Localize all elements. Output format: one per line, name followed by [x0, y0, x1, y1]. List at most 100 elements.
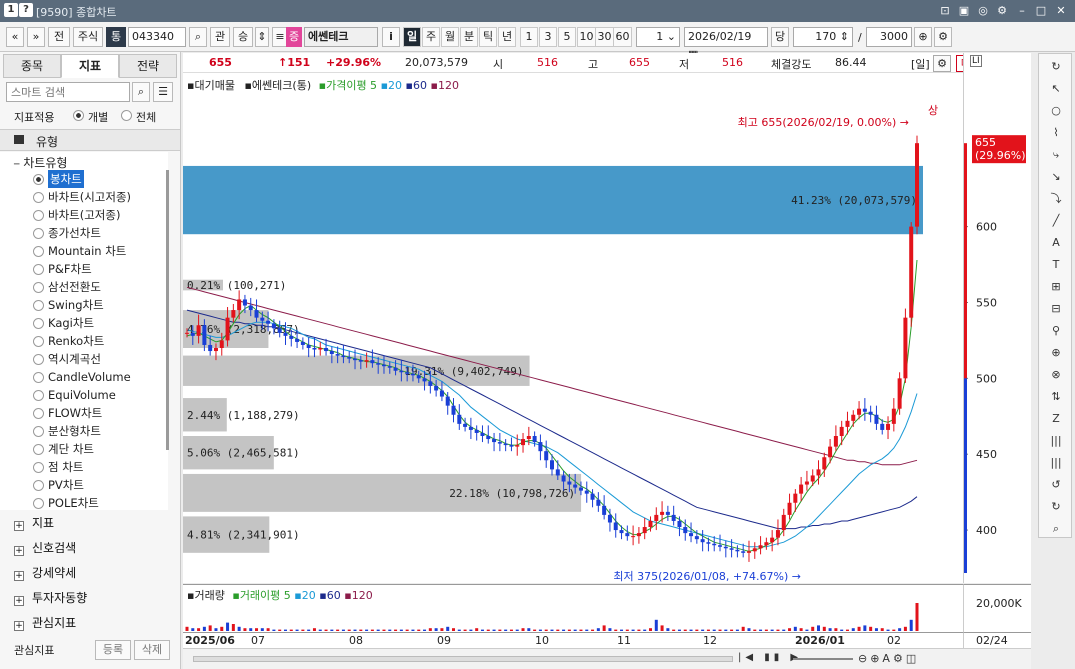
draw-tool-icon[interactable]: ↻: [1047, 58, 1065, 76]
updown-spinner[interactable]: ⇕: [255, 27, 269, 47]
radio-individual[interactable]: [73, 110, 84, 121]
section-2[interactable]: + 강세약세: [14, 563, 76, 583]
draw-tool-icon[interactable]: Z: [1047, 410, 1065, 428]
zoom-slider[interactable]: [793, 658, 853, 660]
minimize-icon[interactable]: –: [1014, 4, 1030, 17]
chart-type-item[interactable]: 삼선전환도: [48, 278, 101, 296]
market-button[interactable]: 주식: [73, 27, 103, 47]
chart-type-item[interactable]: 계단 차트: [48, 440, 94, 458]
info-button[interactable]: i: [382, 27, 400, 47]
period-year[interactable]: 년: [498, 27, 516, 47]
tab-indicator[interactable]: 지표: [61, 54, 119, 78]
volume-chart[interactable]: ▪거래량 ▪거래이평 5 ▪20 ▪60 ▪120: [183, 584, 963, 632]
count-select[interactable]: 1 ⌄: [636, 27, 680, 47]
draw-tool-icon[interactable]: ○: [1047, 102, 1065, 120]
chart-type-radio[interactable]: [33, 210, 44, 221]
period-month[interactable]: 월: [441, 27, 459, 47]
min-30[interactable]: 30: [595, 27, 614, 47]
camera-icon[interactable]: ◎: [975, 4, 991, 17]
draw-tool-icon[interactable]: T: [1047, 256, 1065, 274]
draw-tool-icon[interactable]: ⇅: [1047, 388, 1065, 406]
draw-tool-icon[interactable]: |||: [1047, 432, 1065, 450]
min-10[interactable]: 10: [577, 27, 596, 47]
register-button[interactable]: 등록: [95, 640, 131, 660]
seung-button[interactable]: 승: [233, 27, 253, 47]
maximize-icon[interactable]: □: [1033, 4, 1049, 17]
min-60[interactable]: 60: [613, 27, 632, 47]
price-chart[interactable]: 41.23% (20,073,579) 0.21% (100,271) 4.76% …: [183, 73, 963, 583]
close-icon[interactable]: ✕: [1053, 4, 1069, 17]
period-tick[interactable]: 틱: [479, 27, 497, 47]
chart-type-item[interactable]: 봉차트: [48, 170, 84, 188]
chart-type-item[interactable]: Mountain 차트: [48, 242, 126, 260]
min-3[interactable]: 3: [539, 27, 557, 47]
smart-search-input[interactable]: [6, 82, 130, 102]
chart-type-item[interactable]: P&F차트: [48, 260, 92, 278]
chart-type-item[interactable]: EquiVolume: [48, 386, 116, 404]
draw-tool-icon[interactable]: ╱: [1047, 212, 1065, 230]
chart-type-item[interactable]: 종가선차트: [48, 224, 101, 242]
section-3[interactable]: + 투자자동향: [14, 588, 87, 608]
radio-all[interactable]: [121, 110, 132, 121]
price-chart-svg[interactable]: 41.23% (20,073,579)0.21% (100,271)4.76% …: [183, 73, 963, 583]
draw-tool-icon[interactable]: A: [1047, 234, 1065, 252]
draw-tool-icon[interactable]: ↖: [1047, 80, 1065, 98]
search-icon[interactable]: ⌕: [189, 27, 207, 47]
save-icon[interactable]: ▣: [956, 4, 972, 17]
gwan-button[interactable]: 관: [210, 27, 230, 47]
dang-button[interactable]: 당: [771, 27, 789, 47]
chart-type-radio[interactable]: [33, 282, 44, 293]
chart-type-radio[interactable]: [33, 390, 44, 401]
chart-type-radio[interactable]: [33, 174, 44, 185]
delete-button[interactable]: 삭제: [134, 640, 170, 660]
period-minute[interactable]: 분: [460, 27, 478, 47]
code-input[interactable]: 043340⌄: [128, 27, 186, 61]
draw-tool-icon[interactable]: ↘: [1047, 168, 1065, 186]
chart-type-radio[interactable]: [33, 336, 44, 347]
search-button[interactable]: ⌕: [132, 82, 150, 102]
chart-type-item[interactable]: 바차트(고저종): [48, 206, 120, 224]
chart-type-item[interactable]: Kagi차트: [48, 314, 94, 332]
list-icon[interactable]: ☰: [153, 82, 173, 102]
settings-icon[interactable]: ⚙: [994, 4, 1010, 17]
draw-tool-icon[interactable]: ↻: [1047, 498, 1065, 516]
section-0[interactable]: + 지표: [14, 513, 54, 533]
quote-settings-icon[interactable]: ⚙: [933, 55, 951, 72]
chart-type-radio[interactable]: [33, 228, 44, 239]
scroll-track[interactable]: [193, 656, 733, 662]
period-week[interactable]: 주: [422, 27, 440, 47]
draw-tool-icon[interactable]: ⊕: [1047, 344, 1065, 362]
zoom-in-icon[interactable]: ⊕: [914, 27, 932, 47]
chart-type-radio[interactable]: [33, 480, 44, 491]
chart-type-radio[interactable]: [33, 246, 44, 257]
draw-tool-icon[interactable]: ⤵: [1047, 190, 1065, 208]
chart-type-radio[interactable]: [33, 498, 44, 509]
draw-tool-icon[interactable]: ⤷: [1047, 146, 1065, 164]
chart-type-item[interactable]: PV차트: [48, 476, 84, 494]
chart-type-radio[interactable]: [33, 300, 44, 311]
chart-type-item[interactable]: Renko차트: [48, 332, 104, 350]
draw-tool-icon[interactable]: ⌇: [1047, 124, 1065, 142]
tab-stock[interactable]: 종목: [3, 54, 61, 78]
section-4[interactable]: + 관심지표: [14, 613, 76, 633]
section-1[interactable]: + 신호검색: [14, 538, 76, 558]
help-icon[interactable]: ?: [19, 3, 33, 17]
window-menu-icon[interactable]: 1: [4, 3, 18, 17]
prev-button[interactable]: «: [6, 27, 24, 47]
chart-type-item[interactable]: 역시계곡선: [48, 350, 101, 368]
min-5[interactable]: 5: [558, 27, 576, 47]
draw-tool-icon[interactable]: ⊞: [1047, 278, 1065, 296]
draw-tool-icon[interactable]: ⊗: [1047, 366, 1065, 384]
min-1[interactable]: 1: [520, 27, 538, 47]
chart-type-radio[interactable]: [33, 192, 44, 203]
draw-tool-icon[interactable]: ⊟: [1047, 300, 1065, 318]
type-section-header[interactable]: 유형: [0, 129, 180, 151]
bars-input[interactable]: 170 ⇕: [793, 27, 853, 47]
chart-type-radio[interactable]: [33, 408, 44, 419]
chart-type-radio[interactable]: [33, 318, 44, 329]
jeon-button[interactable]: 전: [48, 27, 70, 47]
draw-tool-icon[interactable]: ⚲: [1047, 322, 1065, 340]
chart-type-item[interactable]: CandleVolume: [48, 368, 131, 386]
chart-type-radio[interactable]: [33, 372, 44, 383]
chart-type-item[interactable]: 점 차트: [48, 458, 83, 476]
